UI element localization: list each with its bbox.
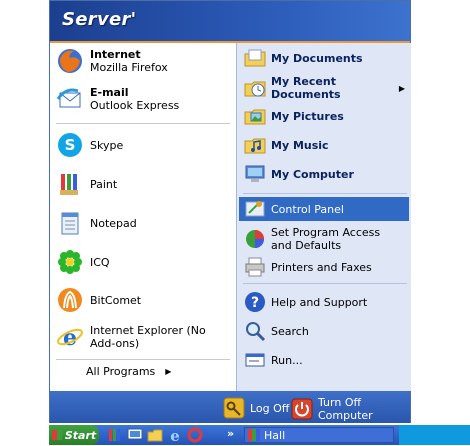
start-menu: Server' Internet Mozilla Firefox E-mail … xyxy=(49,0,411,423)
taskbar: Start e » Hall xyxy=(49,425,470,445)
printer-icon xyxy=(243,255,267,279)
recent-notepad[interactable]: Notepad xyxy=(56,209,137,237)
key-icon xyxy=(222,396,246,420)
icq-icon xyxy=(56,248,84,276)
recent-bitcomet[interactable]: BitComet xyxy=(56,286,141,314)
all-programs-separator xyxy=(56,359,230,360)
start-button[interactable]: Start xyxy=(49,425,99,445)
svg-text:e: e xyxy=(63,325,77,351)
places-my-recent-documents[interactable]: My Recent Documents ▶ xyxy=(243,75,409,101)
run-icon xyxy=(243,348,267,372)
search-item[interactable]: Search xyxy=(243,319,409,343)
help-support-label: Help and Support xyxy=(271,295,368,309)
quicklaunch-ie-icon[interactable]: e xyxy=(167,427,183,445)
recent-internet-explorer[interactable]: e Internet Explorer (No Add-ons) xyxy=(56,323,232,351)
turn-off-button[interactable]: Turn Off Computer xyxy=(290,396,410,422)
search-icon xyxy=(243,319,267,343)
control-panel-item[interactable]: Control Panel xyxy=(239,197,409,221)
system-tray xyxy=(399,425,470,445)
pinned-email[interactable]: E-mail Outlook Express xyxy=(56,85,179,113)
firefox-icon xyxy=(56,47,84,75)
pinned-internet-subtitle: Mozilla Firefox xyxy=(90,61,168,74)
log-off-button[interactable]: Log Off xyxy=(222,396,289,420)
svg-text:?: ? xyxy=(251,295,259,311)
my-documents-label: My Documents xyxy=(271,51,363,65)
right-pane: My Documents My Recent Documents ▶ My Pi… xyxy=(236,43,411,391)
search-label: Search xyxy=(271,324,309,338)
my-music-label: My Music xyxy=(271,138,329,152)
my-computer-icon xyxy=(243,162,267,186)
my-recent-documents-label: My Recent Documents xyxy=(271,75,341,101)
run-item[interactable]: Run... xyxy=(243,348,409,372)
paint-icon xyxy=(56,170,84,198)
bitcomet-icon xyxy=(56,286,84,314)
quicklaunch-overflow-icon[interactable]: » xyxy=(227,427,243,443)
recent-icq-label: ICQ xyxy=(90,255,110,269)
places-my-pictures[interactable]: My Pictures xyxy=(243,104,409,128)
printers-faxes-label: Printers and Faxes xyxy=(271,260,372,274)
notepad-icon xyxy=(56,209,84,237)
my-computer-label: My Computer xyxy=(271,167,354,181)
pinned-internet-title: Internet xyxy=(90,48,141,61)
recent-internet-explorer-label: Internet Explorer (No Add-ons) xyxy=(90,324,206,350)
quicklaunch-paint-icon[interactable] xyxy=(107,427,123,443)
all-programs-button[interactable]: All Programs ▶ xyxy=(86,365,171,378)
my-documents-icon xyxy=(243,46,267,70)
outlook-express-icon xyxy=(56,85,84,113)
recent-skype[interactable]: S Skype xyxy=(56,131,123,159)
recent-icq[interactable]: ICQ xyxy=(56,248,110,276)
skype-icon: S xyxy=(56,131,84,159)
control-panel-icon xyxy=(243,197,267,221)
my-pictures-icon xyxy=(243,104,267,128)
hall-window-icon xyxy=(248,429,260,441)
program-access-icon xyxy=(243,227,267,251)
user-name: Server' xyxy=(62,9,137,30)
my-pictures-label: My Pictures xyxy=(271,109,344,123)
power-icon xyxy=(290,397,314,421)
start-menu-header: Server' xyxy=(50,1,410,43)
start-label: Start xyxy=(64,428,97,442)
recent-skype-label: Skype xyxy=(90,138,124,152)
pinned-email-subtitle: Outlook Express xyxy=(90,99,180,112)
printers-faxes-item[interactable]: Printers and Faxes xyxy=(243,255,409,279)
all-programs-label: All Programs xyxy=(86,365,156,378)
help-support-item[interactable]: ? Help and Support xyxy=(243,290,409,314)
program-access-label: Set Program Access and Defaults xyxy=(271,226,381,252)
hall-window-label: Hall xyxy=(264,428,286,442)
system-separator xyxy=(243,283,407,284)
run-label: Run... xyxy=(271,353,303,367)
pinned-email-title: E-mail xyxy=(90,86,129,99)
control-panel-label: Control Panel xyxy=(271,202,344,216)
submenu-arrow-icon: ▶ xyxy=(398,83,405,93)
my-recent-documents-icon xyxy=(243,76,267,100)
recent-paint-label: Paint xyxy=(90,177,118,191)
left-pane: Internet Mozilla Firefox E-mail Outlook … xyxy=(50,43,236,391)
svg-text:e: e xyxy=(170,427,180,443)
turn-off-label: Turn Off Computer xyxy=(318,396,373,422)
my-music-icon xyxy=(243,133,267,157)
svg-text:S: S xyxy=(65,136,76,154)
pinned-internet[interactable]: Internet Mozilla Firefox xyxy=(56,47,168,75)
windows-flag-icon xyxy=(51,430,62,440)
places-separator xyxy=(243,193,407,194)
recent-bitcomet-label: BitComet xyxy=(90,293,142,307)
quicklaunch-desktop-icon[interactable] xyxy=(127,427,143,443)
help-icon: ? xyxy=(243,290,267,314)
recent-notepad-label: Notepad xyxy=(90,216,137,230)
pinned-separator xyxy=(56,123,230,124)
places-my-documents[interactable]: My Documents xyxy=(243,46,409,70)
places-my-music[interactable]: My Music xyxy=(243,133,409,157)
recent-paint[interactable]: Paint xyxy=(56,170,117,198)
program-access-item[interactable]: Set Program Access and Defaults xyxy=(243,226,409,252)
log-off-label: Log Off xyxy=(250,401,290,415)
quicklaunch-folder-icon[interactable] xyxy=(147,427,163,443)
right-arrow-icon: ▶ xyxy=(165,367,172,376)
start-menu-footer: Log Off Turn Off Computer xyxy=(50,391,410,423)
quicklaunch-opera-icon[interactable] xyxy=(187,427,203,443)
places-my-computer[interactable]: My Computer xyxy=(243,162,409,186)
taskbar-window-hall[interactable]: Hall xyxy=(244,427,394,443)
internet-explorer-icon: e xyxy=(56,323,84,351)
